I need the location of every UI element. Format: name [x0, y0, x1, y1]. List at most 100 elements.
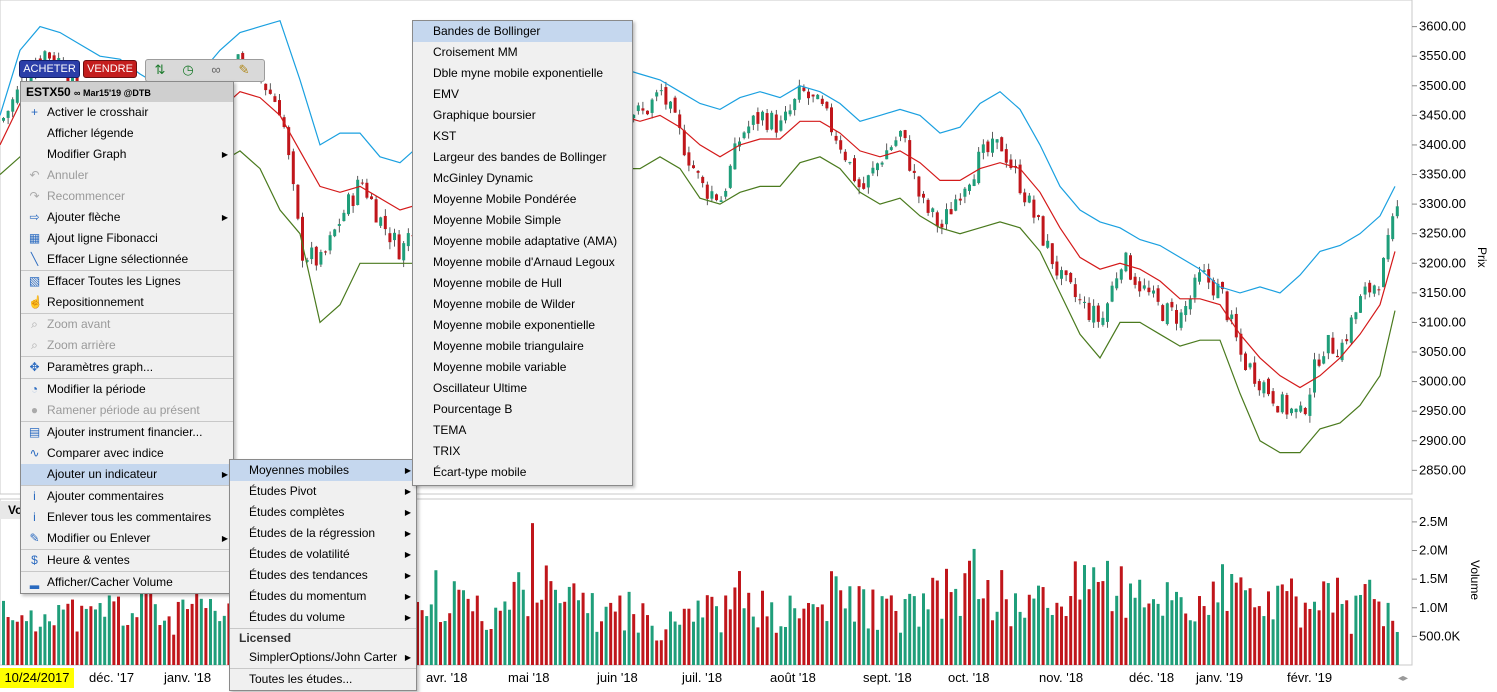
indicator-category-0[interactable]: Moyennes mobiles ▶ — [230, 460, 416, 481]
moving-average-item-3[interactable]: EMV — [413, 84, 632, 105]
indicator-category-1[interactable]: Études Pivot ▶ — [230, 481, 416, 502]
submenu-arrow-icon: ▶ — [221, 213, 228, 222]
indicator-category-6[interactable]: Études du momentum ▶ — [230, 586, 416, 607]
menu-item-graph-settings[interactable]: ✥ Paramètres graph... — [21, 357, 233, 378]
volume-bar — [1055, 602, 1059, 665]
menu-item-add-arrow[interactable]: ⇨ Ajouter flèche ▶ — [21, 207, 233, 228]
licensed-item-0[interactable]: SimplerOptions/John Carter ▶ — [230, 647, 416, 668]
moving-average-item-19[interactable]: TEMA — [413, 420, 632, 441]
moving-average-item-11[interactable]: Moyenne mobile d'Arnaud Legoux — [413, 252, 632, 273]
sell-button[interactable]: VENDRE — [83, 60, 137, 78]
candle — [636, 105, 640, 112]
candle — [1248, 363, 1252, 368]
moving-average-item-4[interactable]: Graphique boursier — [413, 105, 632, 126]
menu-item-legend[interactable]: Afficher légende — [21, 123, 233, 144]
moving-average-item-7[interactable]: McGinley Dynamic — [413, 168, 632, 189]
all-studies-item[interactable]: Toutes les études... — [230, 669, 416, 690]
price-tick-7: 3200.00 — [1419, 255, 1466, 270]
moving-average-item-14[interactable]: Moyenne mobile exponentielle — [413, 315, 632, 336]
volume-bar — [968, 560, 971, 665]
candle — [278, 100, 281, 116]
moving-average-item-0[interactable]: Bandes de Bollinger — [413, 21, 632, 42]
menu-item-toggle-volume[interactable]: ▂ Afficher/Cacher Volume — [21, 572, 233, 593]
moving-average-item-15[interactable]: Moyenne mobile triangulaire — [413, 336, 632, 357]
indicator-category-3[interactable]: Études de la régression ▶ — [230, 523, 416, 544]
menu-item-add-comments[interactable]: i Ajouter commentaires — [21, 486, 233, 507]
moving-average-item-1[interactable]: Croisement MM — [413, 42, 632, 63]
buy-button[interactable]: ACHETER — [19, 60, 80, 78]
volume-bar — [1207, 614, 1211, 665]
moving-average-item-17[interactable]: Oscillateur Ultime — [413, 378, 632, 399]
candle — [379, 217, 383, 226]
menu-item-modify-period[interactable]: ◔ Modifier la période — [21, 379, 233, 400]
price-tick-2: 2950.00 — [1419, 403, 1466, 418]
volume-bar — [204, 608, 208, 665]
volume-bar — [797, 618, 801, 665]
menu-item-crosshair[interactable]: + Activer le crosshair — [21, 102, 233, 123]
menu-item-erase-all-lines[interactable]: ▧ Effacer Toutes les Lignes — [21, 271, 233, 292]
volume-bar — [1211, 581, 1215, 665]
moving-average-item-12[interactable]: Moyenne mobile de Hull — [413, 273, 632, 294]
volume-bar — [917, 626, 921, 665]
volume-bar — [186, 609, 189, 665]
volume-bar — [738, 571, 741, 665]
moving-average-item-9[interactable]: Moyenne Mobile Simple — [413, 210, 632, 231]
volume-bar — [1064, 616, 1068, 665]
moving-average-item-5[interactable]: KST — [413, 126, 632, 147]
menu-item-modify-graph[interactable]: Modifier Graph ▶ — [21, 144, 233, 165]
menu-item-label: Afficher légende — [47, 126, 134, 140]
candle — [342, 212, 346, 222]
candle — [1101, 317, 1105, 325]
volume-bar — [1248, 588, 1252, 665]
menu-item-compare-index[interactable]: ∿ Comparer avec indice — [21, 443, 233, 464]
scroll-right-icon[interactable]: ◂▸ — [1398, 673, 1408, 684]
price-tick-3: 3000.00 — [1419, 374, 1466, 389]
indicator-category-2[interactable]: Études complètes ▶ — [230, 502, 416, 523]
volume-bar — [761, 590, 764, 665]
submenu-item-label: Études de la régression — [249, 526, 376, 540]
moving-average-item-16[interactable]: Moyenne mobile variable — [413, 357, 632, 378]
menu-item-time-sales[interactable]: $ Heure & ventes — [21, 550, 233, 571]
moving-average-item-21[interactable]: Écart-type mobile — [413, 462, 632, 483]
volume-bar — [784, 626, 787, 665]
price-tick-1: 2900.00 — [1419, 433, 1466, 448]
candle — [406, 233, 410, 247]
menu-item-fibonacci[interactable]: ▦ Ajout ligne Fibonacci — [21, 228, 233, 249]
header-symbol: ESTX50 — [26, 85, 71, 99]
volume-bar — [526, 616, 530, 665]
menu-item-zoom-in: ⌕ Zoom avant — [21, 314, 233, 335]
candle — [825, 101, 829, 109]
candle — [1179, 312, 1183, 328]
menu-item-reposition[interactable]: ☝ Repositionnement — [21, 292, 233, 313]
submenu-arrow-icon: ▶ — [221, 150, 228, 159]
clock-check-icon[interactable]: ◷ — [180, 62, 196, 78]
menu-item-add-instrument[interactable]: ▤ Ajouter instrument financier... — [21, 422, 233, 443]
menu-item-add-indicator[interactable]: Ajouter un indicateur ▶ — [21, 464, 233, 485]
moving-average-item-2[interactable]: Dble myne mobile exponentielle — [413, 63, 632, 84]
menu-item-erase-line[interactable]: ╲ Effacer Ligne sélectionnée — [21, 249, 233, 270]
indicator-category-4[interactable]: Études de volatilité ▶ — [230, 544, 416, 565]
volume-bar — [66, 603, 70, 665]
indicator-category-5[interactable]: Études des tendances ▶ — [230, 565, 416, 586]
chain-link-icon[interactable]: ∞ — [208, 62, 224, 78]
moving-average-item-13[interactable]: Moyenne mobile de Wilder — [413, 294, 632, 315]
menu-item-remove-comments[interactable]: i Enlever tous les commentaires — [21, 507, 233, 528]
volume-bar — [218, 621, 222, 665]
moving-average-item-18[interactable]: Pourcentage B — [413, 399, 632, 420]
buy-sell-arrows-icon[interactable]: ⇅ — [152, 62, 168, 78]
candle — [793, 98, 797, 111]
candle — [802, 87, 806, 91]
volume-bar — [1193, 621, 1197, 665]
moving-average-item-20[interactable]: TRIX — [413, 441, 632, 462]
candle — [935, 212, 939, 227]
moving-average-item-6[interactable]: Largeur des bandes de Bollinger — [413, 147, 632, 168]
volume-bar — [926, 609, 930, 665]
brush-icon[interactable]: ✎ — [236, 62, 252, 78]
candle — [839, 140, 843, 150]
indicator-category-7[interactable]: Études du volume ▶ — [230, 607, 416, 628]
moving-average-item-8[interactable]: Moyenne Mobile Pondérée — [413, 189, 632, 210]
menu-item-modify-remove[interactable]: ✎ Modifier ou Enlever ▶ — [21, 528, 233, 549]
volume-bar — [1253, 607, 1257, 665]
moving-average-item-10[interactable]: Moyenne mobile adaptative (AMA) — [413, 231, 632, 252]
candle — [314, 246, 318, 266]
